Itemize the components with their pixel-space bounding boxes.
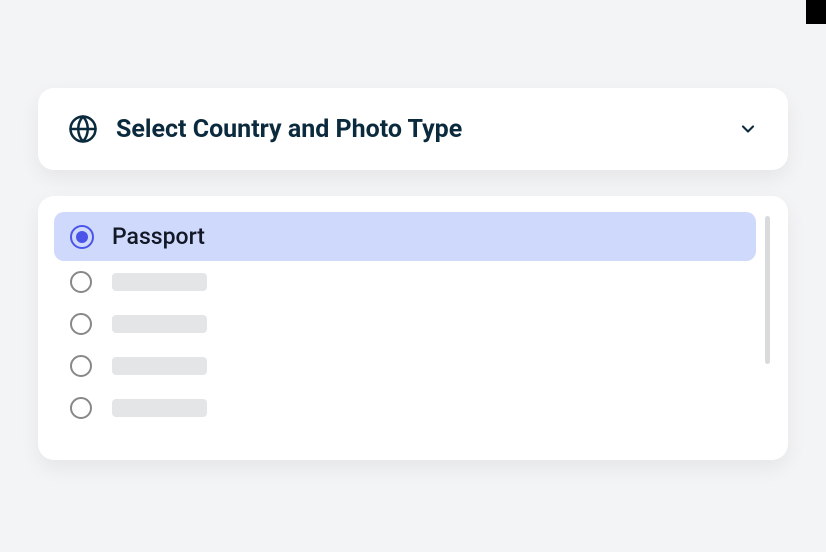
options-list: Passport — [54, 212, 756, 444]
radio-unselected-icon — [70, 355, 92, 377]
option-label: Passport — [112, 223, 205, 250]
radio-unselected-icon — [70, 313, 92, 335]
chevron-down-icon — [738, 119, 758, 139]
skeleton-label — [112, 315, 207, 333]
radio-selected-icon — [70, 225, 94, 249]
main-container: Select Country and Photo Type Passport — [0, 0, 826, 460]
scrollbar-thumb[interactable] — [765, 216, 770, 364]
option-placeholder[interactable] — [54, 303, 756, 345]
country-photo-dropdown[interactable]: Select Country and Photo Type — [38, 88, 788, 170]
skeleton-label — [112, 357, 207, 375]
scrollbar[interactable] — [764, 212, 770, 444]
photo-type-options-panel: Passport — [38, 196, 788, 460]
skeleton-label — [112, 273, 207, 291]
option-placeholder[interactable] — [54, 345, 756, 387]
dropdown-title: Select Country and Photo Type — [116, 115, 720, 144]
radio-unselected-icon — [70, 397, 92, 419]
radio-unselected-icon — [70, 271, 92, 293]
option-placeholder[interactable] — [54, 261, 756, 303]
option-passport[interactable]: Passport — [54, 212, 756, 261]
corner-decoration — [806, 0, 826, 24]
globe-icon — [68, 114, 98, 144]
option-placeholder[interactable] — [54, 387, 756, 429]
skeleton-label — [112, 399, 207, 417]
